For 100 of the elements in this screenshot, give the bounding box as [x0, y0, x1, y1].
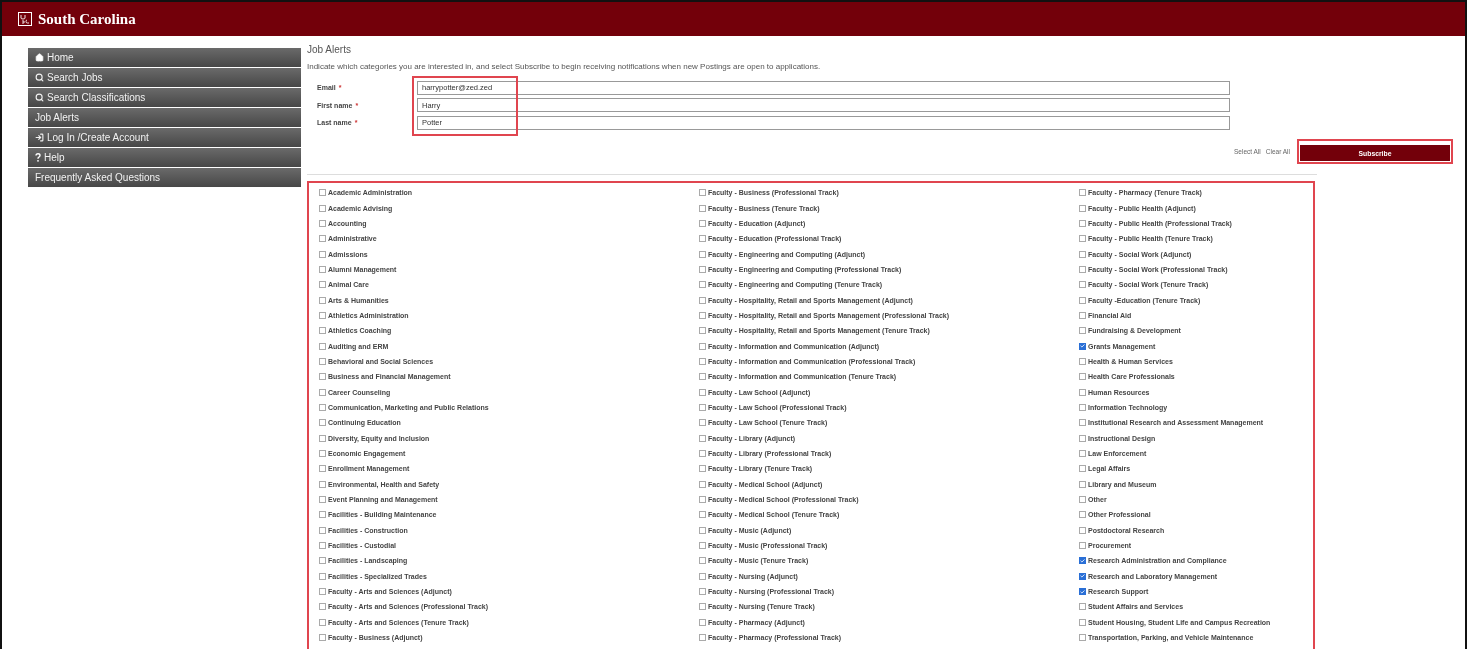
checkbox[interactable] — [319, 342, 326, 350]
checkbox[interactable] — [699, 465, 706, 473]
checkbox[interactable] — [1079, 219, 1086, 227]
checkbox[interactable] — [699, 373, 706, 381]
checkbox[interactable] — [319, 634, 326, 642]
checkbox[interactable] — [319, 296, 326, 304]
checkbox[interactable] — [319, 434, 326, 442]
checkbox[interactable] — [1079, 588, 1086, 596]
checkbox[interactable] — [1079, 342, 1086, 350]
question-mark-icon — [35, 153, 41, 162]
sidebar-item[interactable]: Home — [28, 48, 301, 67]
checkbox[interactable] — [319, 204, 326, 212]
checkbox[interactable] — [319, 404, 326, 411]
checkbox[interactable] — [319, 496, 326, 504]
checkbox[interactable] — [319, 526, 326, 534]
checkbox[interactable] — [319, 557, 326, 565]
checkbox[interactable] — [1079, 419, 1086, 427]
checkbox[interactable] — [319, 219, 326, 227]
checkbox[interactable] — [1079, 557, 1086, 565]
search-icon — [35, 73, 44, 82]
checkbox[interactable] — [319, 542, 326, 550]
checkbox[interactable] — [699, 388, 706, 396]
checkbox[interactable] — [699, 189, 706, 197]
checkbox[interactable] — [319, 618, 326, 626]
checkbox[interactable] — [1079, 526, 1086, 534]
checkbox[interactable] — [699, 419, 706, 427]
checkbox[interactable] — [1079, 511, 1086, 519]
checkbox[interactable] — [319, 465, 326, 473]
checkbox[interactable] — [699, 511, 706, 519]
checkbox[interactable] — [699, 434, 706, 442]
checkbox[interactable] — [1079, 250, 1086, 258]
sidebar-item[interactable]: Help — [28, 148, 301, 167]
checkbox[interactable] — [319, 281, 326, 289]
checkbox[interactable] — [319, 327, 326, 335]
checkbox[interactable] — [1079, 204, 1086, 212]
checkbox[interactable] — [1079, 434, 1086, 442]
checkbox[interactable] — [319, 511, 326, 519]
checkbox[interactable] — [1079, 388, 1086, 396]
checkbox[interactable] — [1079, 296, 1086, 304]
checkbox[interactable] — [699, 618, 706, 626]
checkbox[interactable] — [319, 373, 326, 381]
checkbox[interactable] — [319, 250, 326, 258]
checkbox[interactable] — [319, 572, 326, 580]
checkbox[interactable] — [699, 281, 706, 289]
checkbox[interactable] — [1079, 480, 1086, 488]
checkbox[interactable] — [699, 603, 706, 611]
checkbox[interactable] — [699, 342, 706, 350]
checkbox[interactable] — [699, 265, 706, 273]
checkbox[interactable] — [699, 572, 706, 580]
checkbox[interactable] — [1079, 357, 1086, 365]
checkbox[interactable] — [699, 450, 706, 457]
checkbox[interactable] — [699, 235, 706, 243]
checkbox[interactable] — [319, 388, 326, 396]
checkbox[interactable] — [319, 603, 326, 611]
checkbox[interactable] — [699, 557, 706, 565]
checkbox[interactable] — [319, 450, 326, 457]
checkbox[interactable] — [699, 634, 706, 642]
checkbox[interactable] — [319, 588, 326, 596]
checkbox[interactable] — [1079, 634, 1086, 642]
checkbox[interactable] — [699, 588, 706, 596]
checkbox[interactable] — [1079, 373, 1086, 381]
checkbox[interactable] — [699, 404, 706, 411]
checkbox[interactable] — [319, 235, 326, 243]
checkbox[interactable] — [319, 419, 326, 427]
search-icon — [35, 93, 44, 102]
checkbox[interactable] — [699, 526, 706, 534]
checkbox[interactable] — [1079, 496, 1086, 504]
checkbox[interactable] — [699, 327, 706, 335]
checkbox[interactable] — [699, 296, 706, 304]
sidebar-item[interactable]: Search Jobs — [28, 68, 301, 87]
checkbox[interactable] — [1079, 404, 1086, 411]
checkbox[interactable] — [1079, 465, 1086, 473]
sidebar-item[interactable]: Job Alerts — [28, 108, 301, 127]
checkbox[interactable] — [1079, 542, 1086, 550]
sidebar-item[interactable]: Log In /Create Account — [28, 128, 301, 147]
checkbox[interactable] — [1079, 265, 1086, 273]
checkbox[interactable] — [699, 357, 706, 365]
checkbox[interactable] — [319, 265, 326, 273]
checkbox[interactable] — [699, 250, 706, 258]
checkbox[interactable] — [319, 189, 326, 197]
checkbox[interactable] — [699, 219, 706, 227]
sidebar-item[interactable]: Search Classifications — [28, 88, 301, 107]
checkbox[interactable] — [1079, 189, 1086, 197]
checkbox[interactable] — [1079, 572, 1086, 580]
checkbox[interactable] — [699, 496, 706, 504]
checkbox[interactable] — [699, 480, 706, 488]
checkbox[interactable] — [319, 480, 326, 488]
checkbox[interactable] — [699, 311, 706, 319]
checkbox[interactable] — [1079, 603, 1086, 611]
checkbox[interactable] — [1079, 281, 1086, 289]
sidebar-item[interactable]: Frequently Asked Questions — [28, 168, 301, 187]
checkbox[interactable] — [1079, 311, 1086, 319]
checkbox[interactable] — [319, 311, 326, 319]
checkbox[interactable] — [1079, 618, 1086, 626]
checkbox[interactable] — [1079, 235, 1086, 243]
checkbox[interactable] — [699, 204, 706, 212]
checkbox[interactable] — [319, 357, 326, 365]
checkbox[interactable] — [1079, 327, 1086, 335]
checkbox[interactable] — [1079, 450, 1086, 457]
checkbox[interactable] — [699, 542, 706, 550]
